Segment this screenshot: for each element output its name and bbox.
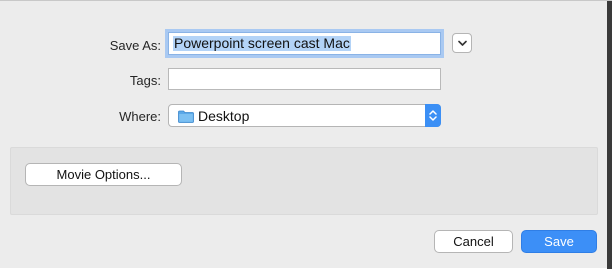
where-popup[interactable]: Desktop <box>168 104 441 127</box>
save-as-label: Save As: <box>109 38 161 53</box>
save-dialog: Save As: Powerpoint screen cast Mac Tags… <box>0 0 612 269</box>
tags-field[interactable] <box>168 68 441 90</box>
save-as-value: Powerpoint screen cast Mac <box>173 35 351 51</box>
chevron-down-icon <box>458 40 467 46</box>
window-edge <box>607 1 612 269</box>
where-label: Where: <box>119 109 161 124</box>
options-panel: Movie Options... <box>10 147 598 215</box>
where-value: Desktop <box>198 108 250 124</box>
expand-dialog-button[interactable] <box>452 33 472 53</box>
tags-label: Tags: <box>129 73 161 88</box>
popup-arrows-button[interactable] <box>425 104 441 127</box>
movie-options-button[interactable]: Movie Options... <box>25 163 182 186</box>
cancel-button[interactable]: Cancel <box>434 230 513 253</box>
save-button[interactable]: Save <box>521 230 597 253</box>
up-down-arrows-icon <box>429 110 437 121</box>
folder-icon <box>178 110 194 123</box>
save-as-field[interactable]: Powerpoint screen cast Mac <box>168 32 441 55</box>
